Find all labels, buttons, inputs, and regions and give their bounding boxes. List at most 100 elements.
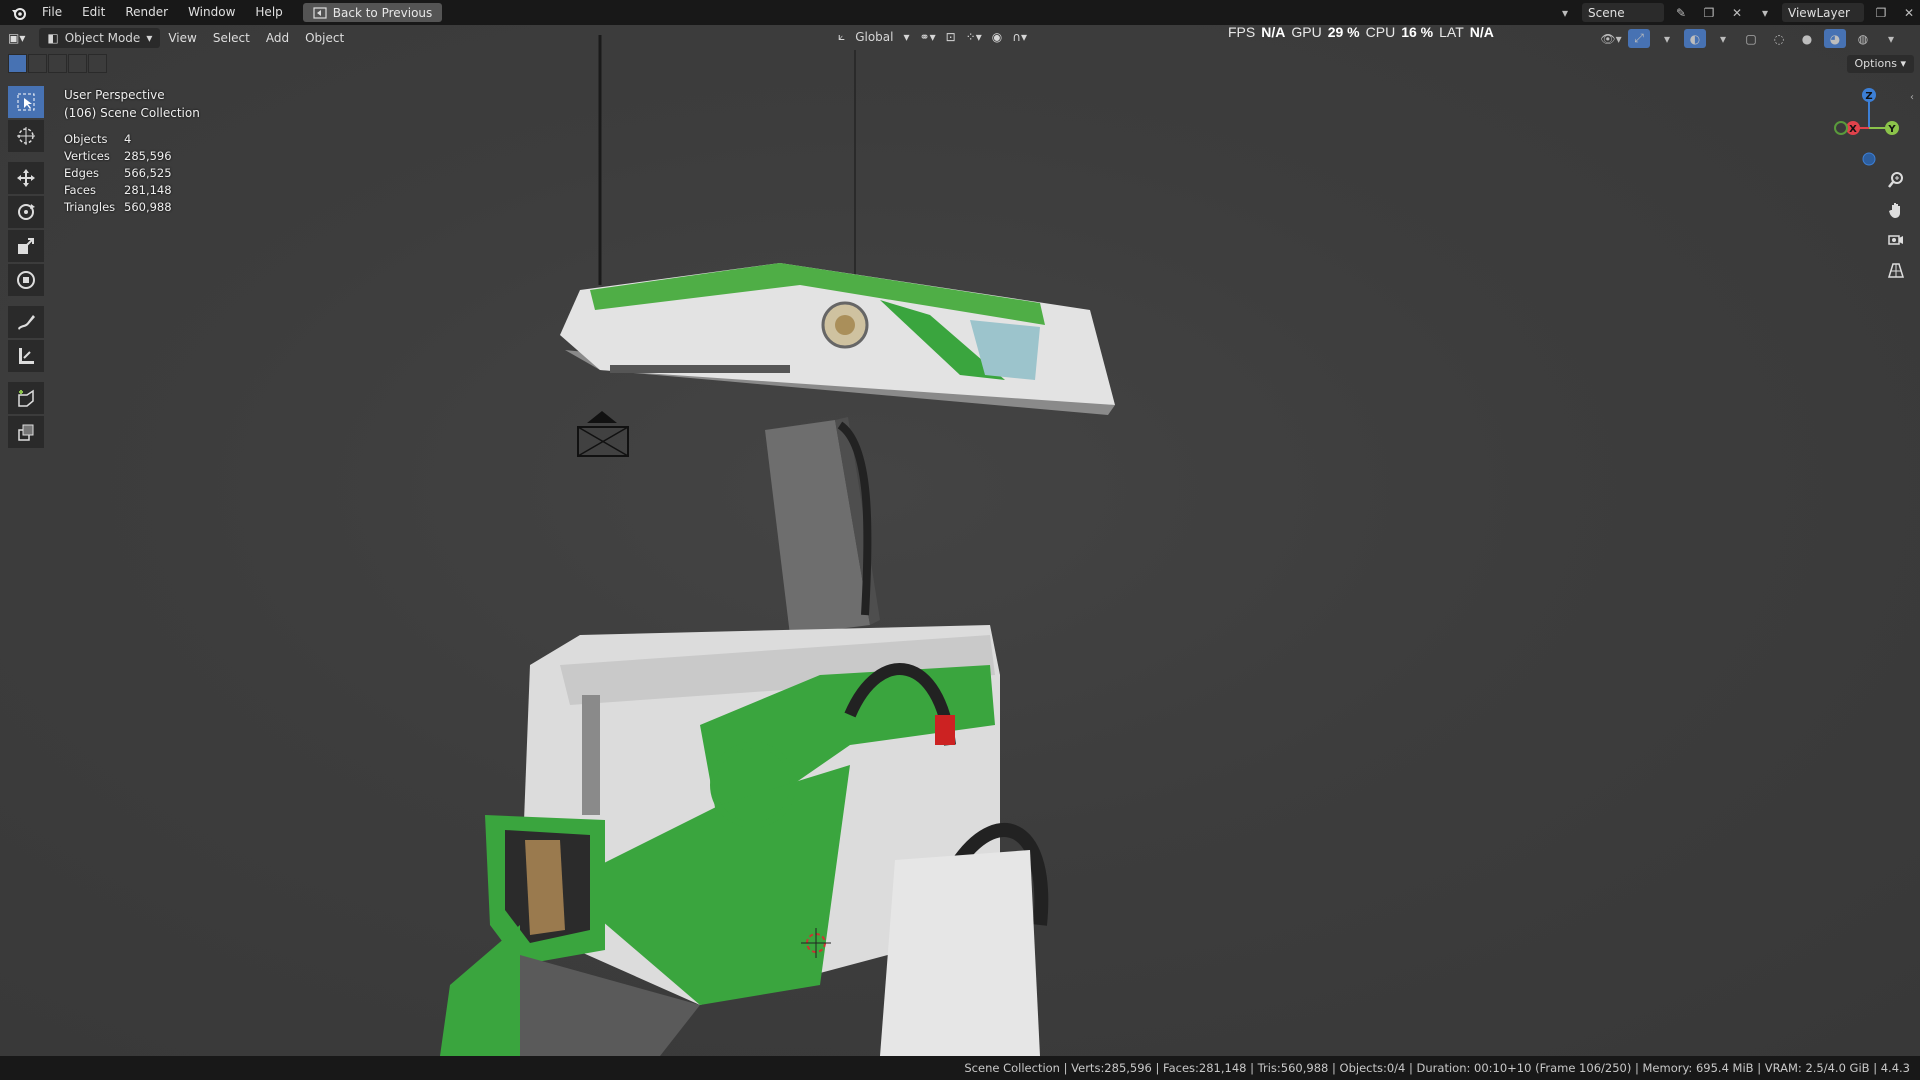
add-cube-icon	[18, 389, 34, 407]
menu-render[interactable]: Render	[115, 0, 178, 25]
select-intersect-icon[interactable]	[88, 54, 107, 73]
add-cube-tool[interactable]	[8, 382, 44, 414]
stat-row: Faces 281,148	[64, 182, 172, 199]
pivot-icon[interactable]: ⚭▾	[920, 30, 936, 44]
stat-row: Edges 566,525	[64, 165, 172, 182]
wireframe-shading-icon[interactable]: ◌	[1768, 29, 1790, 48]
snap-icon[interactable]: ⊡	[946, 30, 956, 44]
extrude-tool[interactable]	[8, 416, 44, 448]
menu-edit[interactable]: Edit	[72, 0, 115, 25]
top-menu-bar: File Edit Render Window Help Back to Pre…	[0, 0, 1920, 25]
status-text: Scene Collection | Verts:285,596 | Faces…	[964, 1061, 1910, 1075]
new-scene-icon[interactable]: ❐	[1698, 3, 1720, 22]
move-icon	[17, 169, 35, 187]
perspective-grid-icon[interactable]	[1882, 258, 1910, 282]
stat-label: Vertices	[64, 149, 110, 163]
falloff-icon[interactable]: ∩▾	[1012, 30, 1027, 44]
proportional-edit-icon[interactable]: ◉	[992, 30, 1002, 44]
camera-view-icon[interactable]	[1882, 228, 1910, 252]
gizmo-y-label: Y	[1887, 124, 1896, 135]
pan-hand-icon[interactable]	[1882, 198, 1910, 222]
blender-logo-icon[interactable]	[6, 0, 32, 25]
visibility-icon[interactable]: 👁▾	[1600, 29, 1622, 48]
material-shading-icon[interactable]: ◕	[1824, 29, 1846, 48]
rendered-shading-icon[interactable]: ◍	[1852, 29, 1874, 48]
select-invert-icon[interactable]	[68, 54, 87, 73]
sidebar-toggle-icon[interactable]: ‹	[1910, 92, 1918, 106]
scene-name-field[interactable]: Scene	[1582, 3, 1664, 22]
viewport-text-info: User Perspective (106) Scene Collection	[64, 86, 200, 122]
scene-statistics: Objects 4 Vertices 285,596 Edges 566,525 Fa…	[64, 131, 172, 216]
cursor-tool[interactable]	[8, 120, 44, 152]
overlay-toggle-icon[interactable]: ◐	[1684, 29, 1706, 48]
gizmo-z-label: Z	[1865, 91, 1872, 102]
select-extend-icon[interactable]	[28, 54, 47, 73]
editor-type-icon[interactable]: ▣▾	[0, 28, 33, 48]
stat-value: 285,596	[124, 149, 172, 163]
new-view-layer-icon[interactable]: ❐	[1870, 3, 1892, 22]
stat-value: 4	[124, 132, 132, 146]
orientation-icon[interactable]: ⟀	[838, 29, 845, 44]
chevron-down-icon: ▾	[146, 31, 153, 45]
gizmo-neg-z-axis[interactable]	[1862, 152, 1876, 166]
stat-value: 566,525	[124, 166, 172, 180]
orientation-select[interactable]: Global	[855, 30, 893, 44]
fps-label: FPS	[1228, 24, 1256, 40]
chevron-down-icon[interactable]: ▾	[1712, 29, 1734, 48]
gizmo-neg-y-axis[interactable]	[1834, 121, 1848, 135]
cpu-value: 16 %	[1401, 24, 1434, 40]
mode-selector[interactable]: ◧ Object Mode ▾	[39, 28, 161, 48]
lat-value: N/A	[1469, 24, 1494, 40]
select-box-tool[interactable]	[8, 86, 44, 118]
scene-browse-icon[interactable]: ▾	[1554, 3, 1576, 22]
options-dropdown[interactable]: Options ▾	[1846, 55, 1914, 73]
viewport-shading-controls: 👁▾ ⤢ ▾ ◐ ▾ ▢ ◌ ● ◕ ◍ ▾	[1600, 29, 1902, 48]
camera-object-icon[interactable]	[577, 411, 629, 457]
chevron-down-icon[interactable]: ▾	[1656, 29, 1678, 48]
workspace-selectors: ▾ Scene ✎ ❐ ✕ ▾ ViewLayer ❐ ✕	[1554, 0, 1920, 25]
navigation-gizmo[interactable]: Z Y X	[1828, 84, 1908, 174]
delete-view-layer-icon[interactable]: ✕	[1898, 3, 1920, 22]
robot-model[interactable]	[0, 25, 1920, 1056]
rotate-icon	[18, 204, 35, 220]
select-box-icon	[17, 93, 35, 111]
annotate-tool[interactable]	[8, 306, 44, 338]
menu-window[interactable]: Window	[178, 0, 245, 25]
back-to-previous-button[interactable]: Back to Previous	[302, 3, 443, 22]
measure-tool[interactable]	[8, 340, 44, 372]
annotate-icon	[18, 315, 35, 330]
back-button-label: Back to Previous	[332, 5, 433, 20]
xray-icon[interactable]: ▢	[1740, 29, 1762, 48]
stat-value: 281,148	[124, 183, 172, 197]
delete-scene-icon[interactable]: ✕	[1726, 3, 1748, 22]
scale-tool[interactable]	[8, 230, 44, 262]
stat-label: Objects	[64, 132, 108, 146]
object-menu[interactable]: Object	[297, 28, 352, 48]
select-menu[interactable]: Select	[205, 28, 258, 48]
rotate-tool[interactable]	[8, 196, 44, 228]
view-menu[interactable]: View	[160, 28, 204, 48]
transform-controls: ⟀ Global ▾ ⚭▾ ⊡ ⁘▾ ◉ ∩▾	[838, 29, 1027, 44]
view-layer-field[interactable]: ViewLayer	[1782, 3, 1864, 22]
chevron-down-icon[interactable]: ▾	[1880, 29, 1902, 48]
stat-label: Faces	[64, 183, 96, 197]
scale-icon	[18, 238, 34, 254]
solid-shading-icon[interactable]: ●	[1796, 29, 1818, 48]
status-bar: Scene Collection | Verts:285,596 | Faces…	[0, 1056, 1920, 1080]
menu-help[interactable]: Help	[245, 0, 292, 25]
snap-target-icon[interactable]: ⁘▾	[966, 30, 982, 44]
add-menu[interactable]: Add	[258, 28, 297, 48]
pin-icon[interactable]: ✎	[1670, 3, 1692, 22]
gizmo-toggle-icon[interactable]: ⤢	[1628, 29, 1650, 48]
transform-tool[interactable]	[8, 264, 44, 296]
move-tool[interactable]	[8, 162, 44, 194]
stat-row: Vertices 285,596	[64, 148, 172, 165]
lat-label: LAT	[1439, 24, 1464, 40]
zoom-icon[interactable]	[1882, 168, 1910, 192]
cursor-icon	[17, 127, 35, 145]
select-new-icon[interactable]	[8, 54, 27, 73]
menu-file[interactable]: File	[32, 0, 72, 25]
select-subtract-icon[interactable]	[48, 54, 67, 73]
view-layer-browse-icon[interactable]: ▾	[1754, 3, 1776, 22]
options-label: Options	[1854, 57, 1897, 70]
